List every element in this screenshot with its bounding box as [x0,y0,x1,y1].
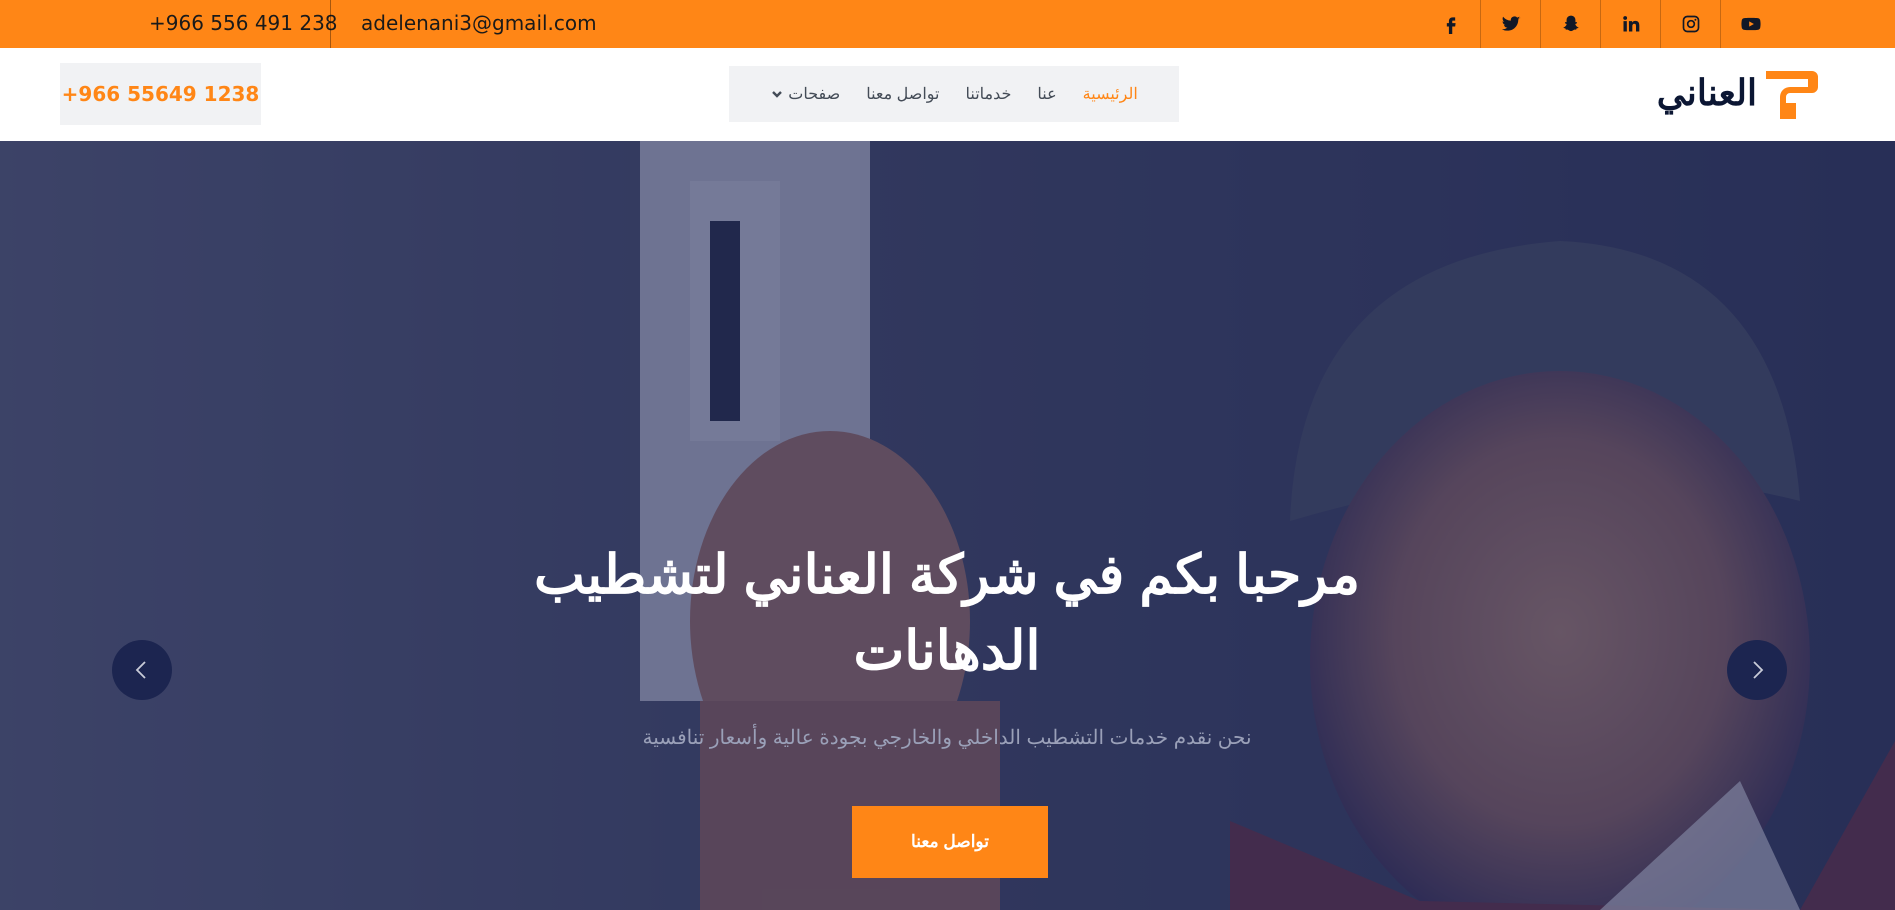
instagram-link[interactable] [1661,0,1721,48]
hero-subtitle: نحن نقدم خدمات التشطيب الداخلي والخارجي … [642,727,1252,749]
call-number: +966 55649 1238 [61,82,260,106]
twitter-link[interactable] [1481,0,1541,48]
main-menu: الرئيسية عنا خدماتنا تواصل معنا صفحات [729,66,1179,122]
topbar-email[interactable]: adelenani3@gmail.com [361,0,597,48]
chevron-down-icon [772,91,783,98]
topbar-phone[interactable]: +966 556 491 238 [149,0,338,48]
topbar-divider [330,0,331,48]
facebook-link[interactable] [1421,0,1481,48]
contact-cta-button[interactable]: تواصل معنا [852,806,1048,878]
slider-next-button[interactable] [1727,640,1787,700]
menu-item-services[interactable]: خدماتنا [966,84,1012,104]
menu-item-pages[interactable]: صفحات [770,84,840,104]
snapchat-icon [1563,15,1578,32]
logo-text: العناني [1656,72,1757,113]
instagram-icon [1682,15,1699,33]
hero-title: مرحبا بكم في شركة العناني لتشطيب الدهانا… [533,545,1360,681]
chevron-right-icon [1753,661,1764,679]
snapchat-link[interactable] [1541,0,1601,48]
linkedin-icon [1622,16,1639,32]
hero-slider: مرحبا بكم في شركة العناني لتشطيب الدهانا… [0,141,1895,910]
paint-roller-icon [1766,71,1818,119]
social-links [1421,0,1781,48]
top-bar: +966 556 491 238 adelenani3@gmail.com [0,0,1895,48]
menu-item-contact[interactable]: تواصل معنا [866,84,939,104]
youtube-link[interactable] [1721,0,1781,48]
menu-item-about[interactable]: عنا [1037,84,1056,104]
youtube-icon [1741,17,1761,31]
hero-overlay [0,141,1895,910]
chevron-left-icon [135,661,146,679]
logo[interactable]: العناني [1645,63,1820,123]
linkedin-link[interactable] [1601,0,1661,48]
menu-item-home[interactable]: الرئيسية [1083,84,1138,104]
menu-item-pages-label: صفحات [788,86,841,103]
facebook-icon [1446,17,1456,34]
call-button[interactable]: +966 55649 1238 [60,63,261,125]
nav-bar: +966 55649 1238 الرئيسية عنا خدماتنا توا… [0,48,1895,141]
twitter-icon [1501,16,1520,31]
slider-prev-button[interactable] [112,640,172,700]
